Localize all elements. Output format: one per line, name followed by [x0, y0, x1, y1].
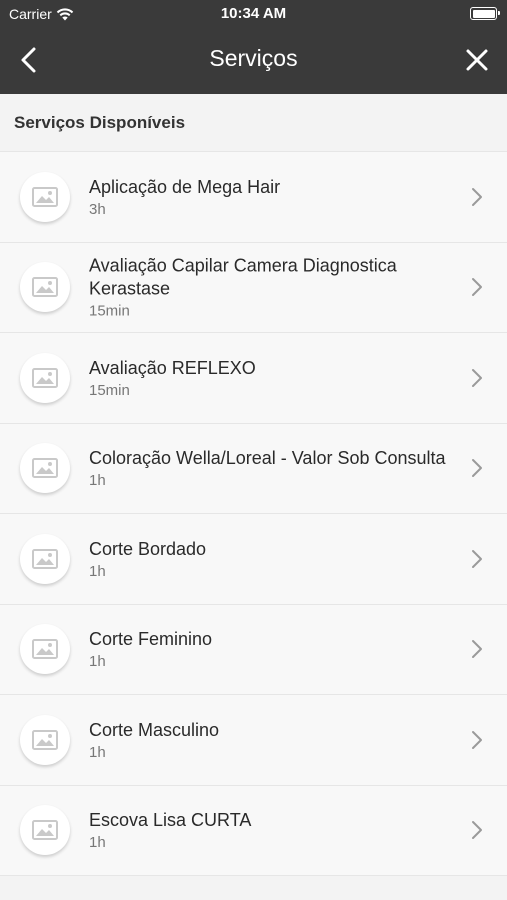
image-placeholder-icon [32, 277, 58, 298]
service-name: Aplicação de Mega Hair [89, 176, 281, 197]
chevron-right-icon [472, 821, 482, 840]
service-thumbnail [20, 443, 70, 494]
service-item[interactable]: Coloração Wella/Loreal - Valor Sob Consu… [0, 423, 507, 514]
service-thumbnail [20, 714, 70, 765]
service-text: Corte Bordado 1h [89, 538, 447, 580]
status-time: 10:34 AM [220, 5, 287, 22]
chevron-right-icon [472, 368, 482, 387]
service-duration: 15min [89, 381, 130, 399]
service-duration: 1h [89, 834, 106, 852]
service-duration: 1h [89, 562, 106, 580]
service-text: Coloração Wella/Loreal - Valor Sob Consu… [89, 447, 447, 489]
service-item[interactable]: Escova Lisa CURTA 1h [0, 785, 507, 876]
chevron-right-icon [472, 549, 482, 568]
service-text: Avaliação REFLEXO 15min [89, 357, 447, 399]
service-duration: 3h [89, 200, 106, 218]
status-bar: Carrier 10:34 AM [0, 0, 507, 28]
service-name: Coloração Wella/Loreal - Valor Sob Consu… [89, 448, 446, 469]
service-duration: 1h [89, 472, 106, 490]
service-item[interactable]: Corte Masculino 1h [0, 695, 507, 786]
chevron-right-icon [472, 459, 482, 478]
service-text: Escova Lisa CURTA 1h [89, 809, 447, 851]
image-placeholder-icon [32, 729, 58, 750]
chevron-right-icon [472, 640, 482, 659]
chevron-right-icon [472, 187, 482, 206]
service-text: Corte Masculino 1h [89, 719, 447, 761]
section-title: Serviços Disponíveis [14, 113, 186, 132]
service-text: Aplicação de Mega Hair 3h [89, 176, 447, 218]
service-item[interactable]: Aplicação de Mega Hair 3h [0, 152, 507, 243]
service-thumbnail [20, 262, 70, 313]
page-title: Serviços [209, 45, 298, 71]
service-name: Corte Bordado [89, 538, 207, 559]
battery-icon [470, 7, 500, 20]
header: Carrier 10:34 AM Serviços [0, 0, 507, 94]
service-item[interactable]: Corte Bordado 1h [0, 514, 507, 605]
image-placeholder-icon [32, 186, 58, 207]
image-placeholder-icon [32, 458, 58, 479]
image-placeholder-icon [32, 548, 58, 569]
service-text: Avaliação Capilar Camera Diagnostica Ker… [89, 255, 447, 320]
service-thumbnail [20, 352, 70, 403]
service-item[interactable]: Avaliação Capilar Camera Diagnostica Ker… [0, 242, 507, 333]
service-duration: 15min [89, 302, 130, 320]
close-button[interactable] [461, 44, 493, 76]
service-thumbnail [20, 171, 70, 222]
service-text: Corte Feminino 1h [89, 628, 447, 670]
service-item[interactable]: Avaliação REFLEXO 15min [0, 333, 507, 424]
chevron-right-icon [472, 278, 482, 297]
service-name: Corte Masculino [89, 719, 220, 740]
service-duration: 1h [89, 653, 106, 671]
service-thumbnail [20, 624, 70, 675]
service-name: Avaliação REFLEXO [89, 357, 256, 378]
chevron-right-icon [472, 730, 482, 749]
nav-bar: Serviços [0, 28, 507, 94]
image-placeholder-icon [32, 639, 58, 660]
service-duration: 1h [89, 743, 106, 761]
service-thumbnail [20, 805, 70, 856]
service-thumbnail [20, 533, 70, 584]
image-placeholder-icon [32, 367, 58, 388]
service-name: Avaliação Capilar Camera Diagnostica Ker… [89, 255, 397, 299]
service-list: Aplicação de Mega Hair 3h Avaliação Capi… [0, 151, 507, 876]
service-item[interactable]: Corte Feminino 1h [0, 604, 507, 695]
service-name: Corte Feminino [89, 629, 213, 650]
close-icon [466, 49, 488, 71]
service-name: Escova Lisa CURTA [89, 810, 252, 831]
image-placeholder-icon [32, 820, 58, 841]
